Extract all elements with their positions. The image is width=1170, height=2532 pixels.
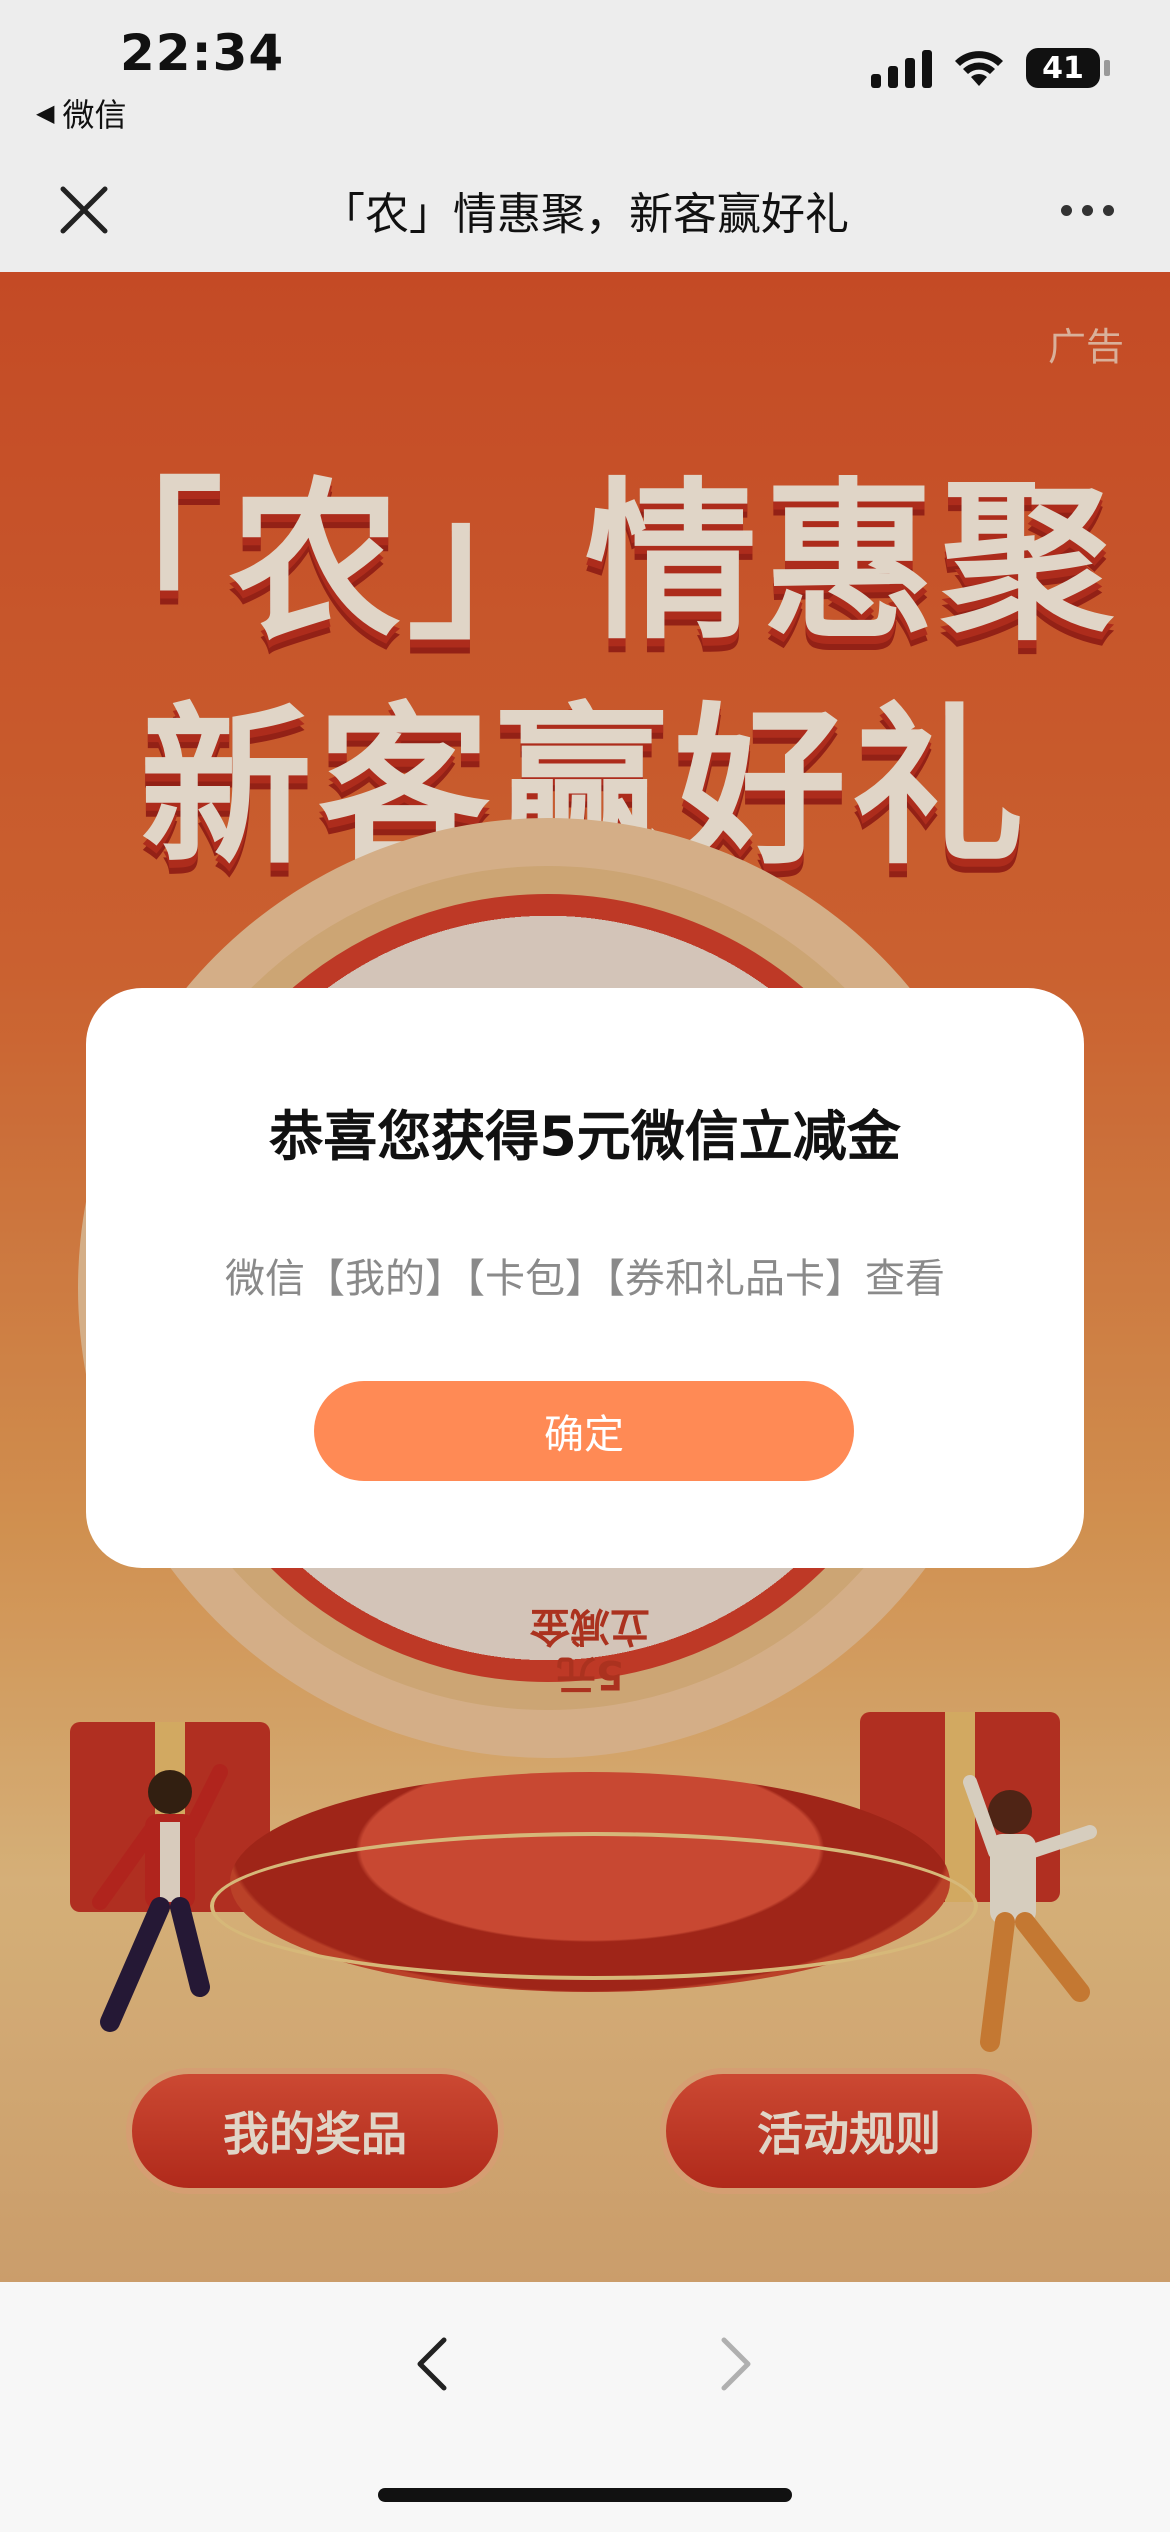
forward-button[interactable] bbox=[706, 2334, 766, 2394]
signal-icon bbox=[871, 48, 932, 88]
more-button[interactable] bbox=[1052, 180, 1122, 240]
wifi-icon bbox=[955, 51, 1003, 86]
close-button[interactable] bbox=[54, 180, 114, 240]
dialog-description: 微信【我的】【卡包】【券和礼品卡】查看 bbox=[225, 1256, 945, 1302]
status-time: 22:34 bbox=[120, 24, 285, 82]
more-icon bbox=[1060, 204, 1072, 216]
back-triangle-icon: ◀ bbox=[36, 99, 55, 127]
status-bar: 22:34 ◀ 微信 41 bbox=[0, 0, 1170, 160]
status-icons: 41 bbox=[871, 48, 1110, 88]
nav-bar: 「农」情惠聚，新客赢好礼 bbox=[0, 160, 1170, 272]
close-icon bbox=[60, 186, 108, 234]
back-to-app-link[interactable]: ◀ 微信 bbox=[36, 90, 126, 136]
battery-icon: 41 bbox=[1026, 48, 1110, 88]
confirm-button[interactable]: 确定 bbox=[314, 1381, 854, 1481]
forward-arrow-icon bbox=[721, 2337, 751, 2391]
dialog-title: 恭喜您获得5元微信立减金 bbox=[269, 1105, 901, 1168]
page-title: 「农」情惠聚，新客赢好礼 bbox=[321, 189, 849, 240]
back-button[interactable] bbox=[402, 2334, 462, 2394]
back-arrow-icon bbox=[417, 2337, 447, 2391]
home-indicator[interactable] bbox=[378, 2488, 792, 2502]
battery-level: 41 bbox=[1042, 50, 1084, 86]
back-app-label: 微信 bbox=[62, 96, 127, 134]
prize-dialog: 恭喜您获得5元微信立减金 微信【我的】【卡包】【券和礼品卡】查看 确定 bbox=[86, 988, 1084, 1568]
